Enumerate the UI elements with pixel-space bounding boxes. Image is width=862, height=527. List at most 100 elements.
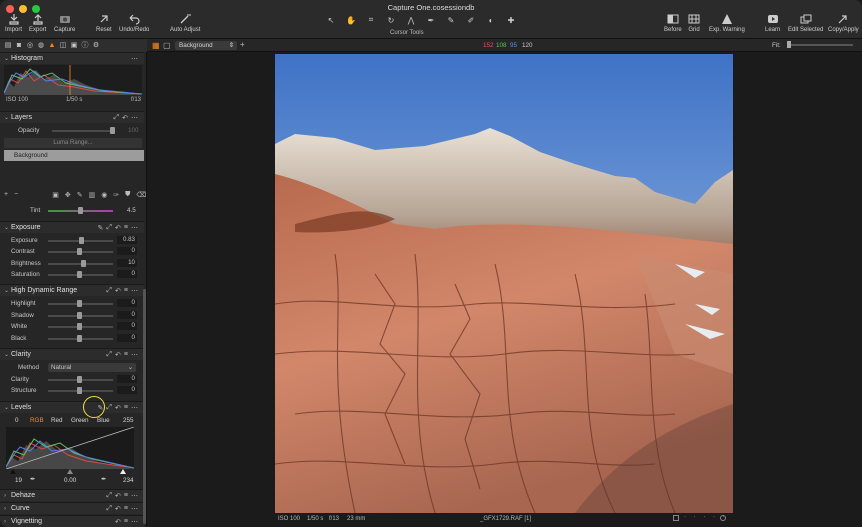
levels-input-low[interactable]: 0 bbox=[15, 417, 19, 424]
slider-knob[interactable] bbox=[77, 323, 82, 330]
more-icon[interactable]: ⋯ bbox=[131, 505, 138, 513]
more-icon[interactable]: ⋯ bbox=[131, 287, 138, 295]
slider-knob[interactable] bbox=[77, 271, 82, 278]
metadata-tab-icon[interactable]: ⓘ bbox=[81, 42, 89, 50]
levels-white-handle[interactable] bbox=[120, 469, 126, 474]
highlight-value-field[interactable]: 0 bbox=[117, 299, 137, 307]
layer-background[interactable]: Background bbox=[4, 150, 144, 161]
tint-slider[interactable] bbox=[48, 207, 113, 214]
fill-mask-icon[interactable]: ⛊ bbox=[125, 191, 130, 201]
library-tab-icon[interactable]: ▤ bbox=[4, 42, 12, 50]
color-tab-icon[interactable]: ◍ bbox=[37, 42, 45, 50]
levels-mid-handle[interactable] bbox=[67, 469, 73, 474]
layer-mask-icon[interactable]: ▣ bbox=[52, 191, 59, 201]
slider-knob[interactable] bbox=[77, 387, 82, 394]
select-icon[interactable]: ↖ bbox=[323, 14, 339, 26]
levels-black-handle[interactable] bbox=[10, 469, 16, 474]
levels-output-high[interactable]: 234 bbox=[123, 477, 134, 484]
highlight-slider[interactable] bbox=[48, 300, 113, 307]
opacity-knob[interactable] bbox=[110, 127, 115, 134]
clarity-value-field[interactable]: 0 bbox=[117, 375, 137, 383]
undo-section-icon[interactable]: ↶ bbox=[115, 492, 121, 500]
output-tab-icon[interactable]: ⚙ bbox=[92, 42, 100, 50]
add-layer-icon[interactable]: + bbox=[240, 40, 245, 49]
lens-tab-icon[interactable]: ◎ bbox=[26, 42, 34, 50]
reset-button[interactable]: Reset bbox=[96, 13, 112, 33]
levels-input-high[interactable]: 255 bbox=[123, 417, 134, 424]
clarity-slider[interactable] bbox=[48, 376, 113, 383]
structure-slider[interactable] bbox=[48, 387, 113, 394]
presets-icon[interactable]: ≡ bbox=[124, 351, 128, 359]
vignetting-header[interactable]: › Vignetting ↶ ≡ ⋯ bbox=[0, 515, 144, 527]
viewer-grid-icon[interactable]: ▦ bbox=[152, 41, 160, 50]
main-photo[interactable] bbox=[275, 54, 733, 513]
presets-icon[interactable]: ≡ bbox=[124, 505, 128, 513]
levels-output-low[interactable]: 19 bbox=[15, 477, 22, 484]
viewer-single-icon[interactable]: ▢ bbox=[163, 41, 171, 50]
gradient-mask-icon[interactable]: ▥ bbox=[89, 191, 96, 201]
slider-knob[interactable] bbox=[77, 376, 82, 383]
clarity-header[interactable]: ⌄ Clarity ⤢ ↶ ≡ ⋯ bbox=[0, 348, 144, 360]
saturation-slider[interactable] bbox=[48, 271, 113, 278]
slider-knob[interactable] bbox=[77, 335, 82, 342]
slider-knob[interactable] bbox=[79, 237, 84, 244]
erase-mask-icon[interactable]: ⌫ bbox=[136, 191, 146, 201]
crop-icon[interactable]: ⌗ bbox=[363, 14, 379, 26]
white-picker-icon[interactable]: ✒ bbox=[101, 476, 106, 483]
auto-icon[interactable]: ⤢ bbox=[106, 224, 112, 232]
brightness-value-field[interactable]: 10 bbox=[117, 259, 137, 267]
keystone-icon[interactable]: ⋀ bbox=[403, 14, 419, 26]
capture-button[interactable]: Capture bbox=[54, 13, 75, 33]
undo-section-icon[interactable]: ↶ bbox=[115, 404, 121, 412]
color-tag-icon[interactable] bbox=[720, 515, 726, 521]
copy-apply-button[interactable]: Copy/Apply bbox=[828, 13, 859, 33]
draw-mask-icon[interactable]: ✎ bbox=[77, 191, 83, 201]
undo-redo-button[interactable]: Undo/Redo bbox=[119, 13, 149, 33]
grid-button[interactable]: Grid bbox=[688, 13, 700, 33]
tab-blue[interactable]: Blue bbox=[97, 417, 110, 424]
more-icon[interactable]: ⋯ bbox=[131, 492, 138, 500]
layer-options-icon[interactable]: ✥ bbox=[65, 191, 71, 201]
presets-icon[interactable]: ≡ bbox=[124, 492, 128, 500]
method-select[interactable]: Natural ⌄ bbox=[48, 363, 136, 372]
exposure-slider[interactable] bbox=[48, 237, 113, 244]
auto-icon[interactable]: ⤢ bbox=[106, 287, 112, 295]
details-tab-icon[interactable]: ◫ bbox=[59, 42, 67, 50]
presets-icon[interactable]: ≡ bbox=[124, 518, 128, 526]
radial-mask-icon[interactable]: ◉ bbox=[101, 191, 107, 201]
auto-adjust-button[interactable]: Auto Adjust bbox=[170, 13, 200, 33]
presets-icon[interactable]: ≡ bbox=[124, 224, 128, 232]
import-button[interactable]: Import bbox=[5, 13, 22, 33]
black-slider[interactable] bbox=[48, 335, 113, 342]
histogram-header[interactable]: ⌄ Histogram ⋯ bbox=[0, 52, 144, 64]
more-icon[interactable]: ⋯ bbox=[131, 55, 138, 63]
before-button[interactable]: Before bbox=[664, 13, 682, 33]
exposure-warning-button[interactable]: Exp. Warning bbox=[709, 13, 745, 33]
undo-section-icon[interactable]: ↶ bbox=[115, 287, 121, 295]
levels-midtone[interactable]: 0.00 bbox=[64, 477, 76, 484]
contrast-value-field[interactable]: 0 bbox=[117, 247, 137, 255]
more-icon[interactable]: ⋯ bbox=[131, 404, 138, 412]
expand-icon[interactable]: ⤢ bbox=[114, 114, 120, 122]
black-value-field[interactable]: 0 bbox=[117, 334, 137, 342]
more-icon[interactable]: ⋯ bbox=[131, 518, 138, 526]
more-icon[interactable]: ⋯ bbox=[131, 114, 138, 122]
undo-section-icon[interactable]: ↶ bbox=[122, 114, 128, 122]
auto-icon[interactable]: ⤢ bbox=[106, 505, 112, 513]
presets-icon[interactable]: ≡ bbox=[124, 404, 128, 412]
remove-layer-icon[interactable]: − bbox=[14, 191, 18, 201]
curve-header[interactable]: › Curve ⤢ ↶ ≡ ⋯ bbox=[0, 502, 144, 514]
adjust-tab-icon[interactable]: ▣ bbox=[70, 42, 78, 50]
undo-section-icon[interactable]: ↶ bbox=[115, 224, 121, 232]
exposure-value-field[interactable]: 0.83 bbox=[117, 236, 137, 244]
saturation-value-field[interactable]: 0 bbox=[117, 270, 137, 278]
brush-icon[interactable]: ✎ bbox=[443, 14, 459, 26]
opacity-slider[interactable] bbox=[52, 127, 115, 134]
gradient-icon[interactable]: ◐ bbox=[483, 14, 499, 26]
contrast-slider[interactable] bbox=[48, 248, 113, 255]
slider-knob[interactable] bbox=[77, 248, 82, 255]
exposure-tab-icon[interactable]: ▲ bbox=[48, 42, 56, 50]
tab-green[interactable]: Green bbox=[71, 417, 89, 424]
zoom-knob[interactable] bbox=[787, 41, 791, 48]
tab-red[interactable]: Red bbox=[51, 417, 63, 424]
